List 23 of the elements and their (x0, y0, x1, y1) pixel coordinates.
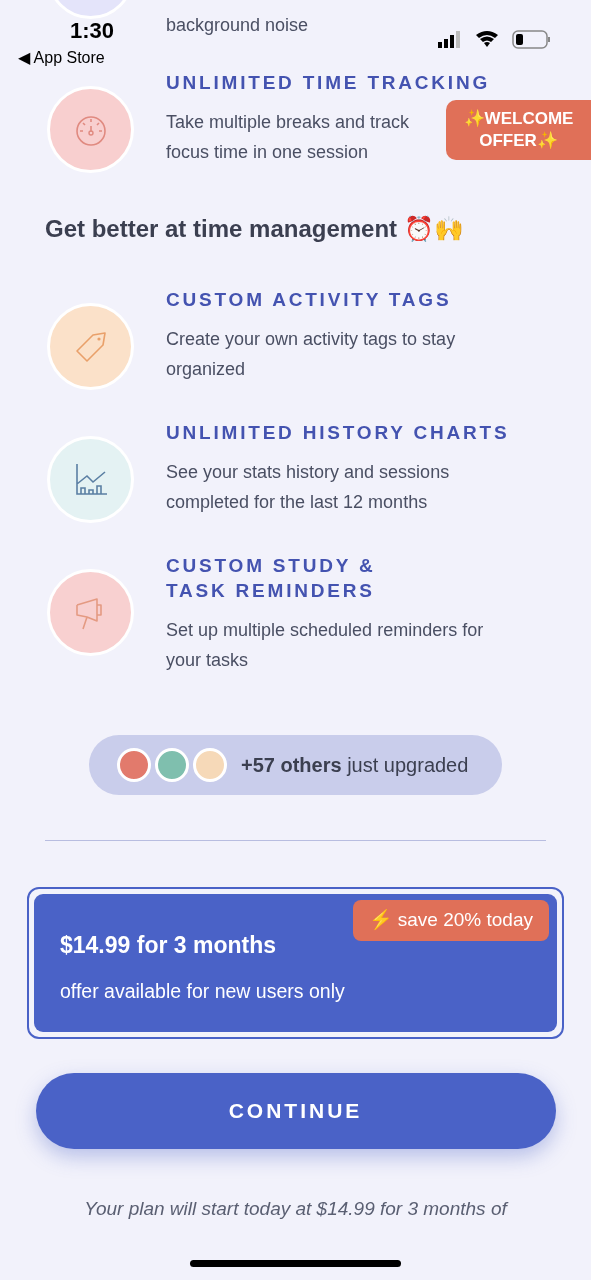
welcome-offer-badge[interactable]: ✨WELCOME OFFER✨ (446, 100, 591, 160)
discount-badge: ⚡ save 20% today (352, 900, 549, 941)
plan-note: offer available for new users only (60, 978, 346, 1004)
plan-terms-text: Your plan will start today at $14.99 for 3 months of (83, 1196, 510, 1221)
feature-description: Take multiple breaks and track focus time in one session (166, 111, 411, 164)
section-heading: Get better at time management ⏰🙌 (44, 214, 465, 244)
feature-description: background noise (166, 14, 310, 37)
back-link[interactable]: ◀ App Store (18, 46, 105, 70)
battery-icon (512, 30, 550, 49)
feature-title: CUSTOM ACTIVITY TAGS (166, 288, 453, 312)
feature-title: UNLIMITED TIME TRACKING (166, 71, 492, 95)
feature-description: Set up multiple scheduled reminders for your tasks (166, 619, 485, 672)
clock-time: 1:30 (70, 17, 115, 45)
continue-button[interactable]: CONTINUE (35, 1072, 556, 1149)
feature-description: Create your own activity tags to stay organized (166, 328, 457, 381)
feature-title: CUSTOM STUDY & TASK REMINDERS (166, 554, 377, 603)
wifi-icon (476, 31, 498, 47)
social-proof-text: +57 others just upgraded (241, 753, 469, 778)
signal-icon (438, 31, 460, 48)
plan-option[interactable]: ⚡ save 20% today $14.99 for 3 months offer available for new users only (27, 887, 564, 1039)
feature-title: UNLIMITED HISTORY CHARTS (166, 421, 511, 445)
plan-price: $14.99 for 3 months (60, 931, 278, 960)
feature-description: See your stats history and sessions completed for the last 12 months (166, 461, 451, 514)
